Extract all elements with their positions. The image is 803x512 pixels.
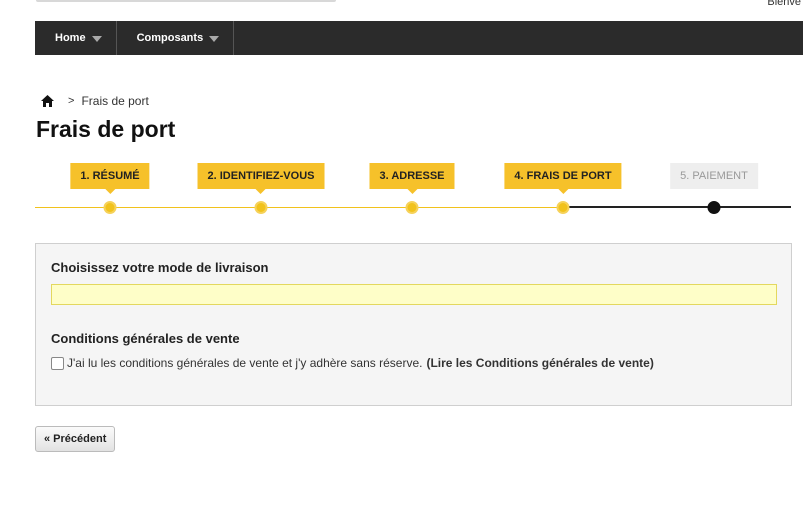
step-resume-label: 1. RÉSUMÉ <box>70 163 150 194</box>
step-frais-de-port: 4. FRAIS DE PORT <box>504 163 622 194</box>
breadcrumb-current: Frais de port <box>81 94 149 108</box>
nav-item-composants-label: Composants <box>136 32 204 44</box>
caret-down-icon <box>91 35 102 42</box>
shipping-heading: Choisissez votre mode de livraison <box>51 260 269 275</box>
checkout-steps: 1. RÉSUMÉ 2. IDENTIFIEZ-VOUS 3. ADRESSE … <box>35 160 791 220</box>
cgv-row: J'ai lu les conditions générales de vent… <box>51 356 654 370</box>
cgv-text: J'ai lu les conditions générales de vent… <box>67 356 423 370</box>
step-adresse-label: 3. ADRESSE <box>369 163 455 194</box>
step-identifiez-vous-label: 2. IDENTIFIEZ-VOUS <box>197 163 325 194</box>
welcome-text: Bienve <box>767 0 801 8</box>
previous-button[interactable]: « Précédent <box>35 426 116 452</box>
breadcrumb-separator: > <box>68 95 75 107</box>
step-dot-frais-de-port <box>556 201 570 214</box>
cgv-heading: Conditions générales de vente <box>51 331 240 346</box>
page-title: Frais de port <box>36 116 176 142</box>
step-identifiez-vous[interactable]: 2. IDENTIFIEZ-VOUS <box>197 163 325 194</box>
step-dot-adresse <box>405 201 419 214</box>
breadcrumb: > Frais de port <box>41 94 149 108</box>
shipping-options-box <box>51 284 777 305</box>
step-adresse[interactable]: 3. ADRESSE <box>369 163 455 194</box>
nav-item-home-label: Home <box>55 32 86 44</box>
step-paiement-label: 5. PAIEMENT <box>670 163 758 189</box>
progress-line-remaining <box>563 206 791 208</box>
main-navbar: Home Composants <box>35 21 803 55</box>
step-dot-paiement <box>707 201 721 214</box>
cgv-checkbox[interactable] <box>51 356 64 370</box>
step-dot-identifiez-vous <box>254 201 268 214</box>
step-dot-resume <box>103 201 117 214</box>
cgv-link[interactable]: (Lire les Conditions générales de vente) <box>426 356 653 370</box>
caret-down-icon <box>209 35 220 42</box>
nav-item-composants[interactable]: Composants <box>117 21 235 55</box>
step-frais-de-port-label: 4. FRAIS DE PORT <box>504 163 622 194</box>
nav-item-home[interactable]: Home <box>35 21 117 55</box>
home-icon[interactable] <box>41 95 54 107</box>
step-paiement: 5. PAIEMENT <box>670 163 758 189</box>
step-resume[interactable]: 1. RÉSUMÉ <box>70 163 150 194</box>
shipping-panel: Choisissez votre mode de livraison Condi… <box>35 243 792 406</box>
site-logo[interactable] <box>36 0 336 2</box>
